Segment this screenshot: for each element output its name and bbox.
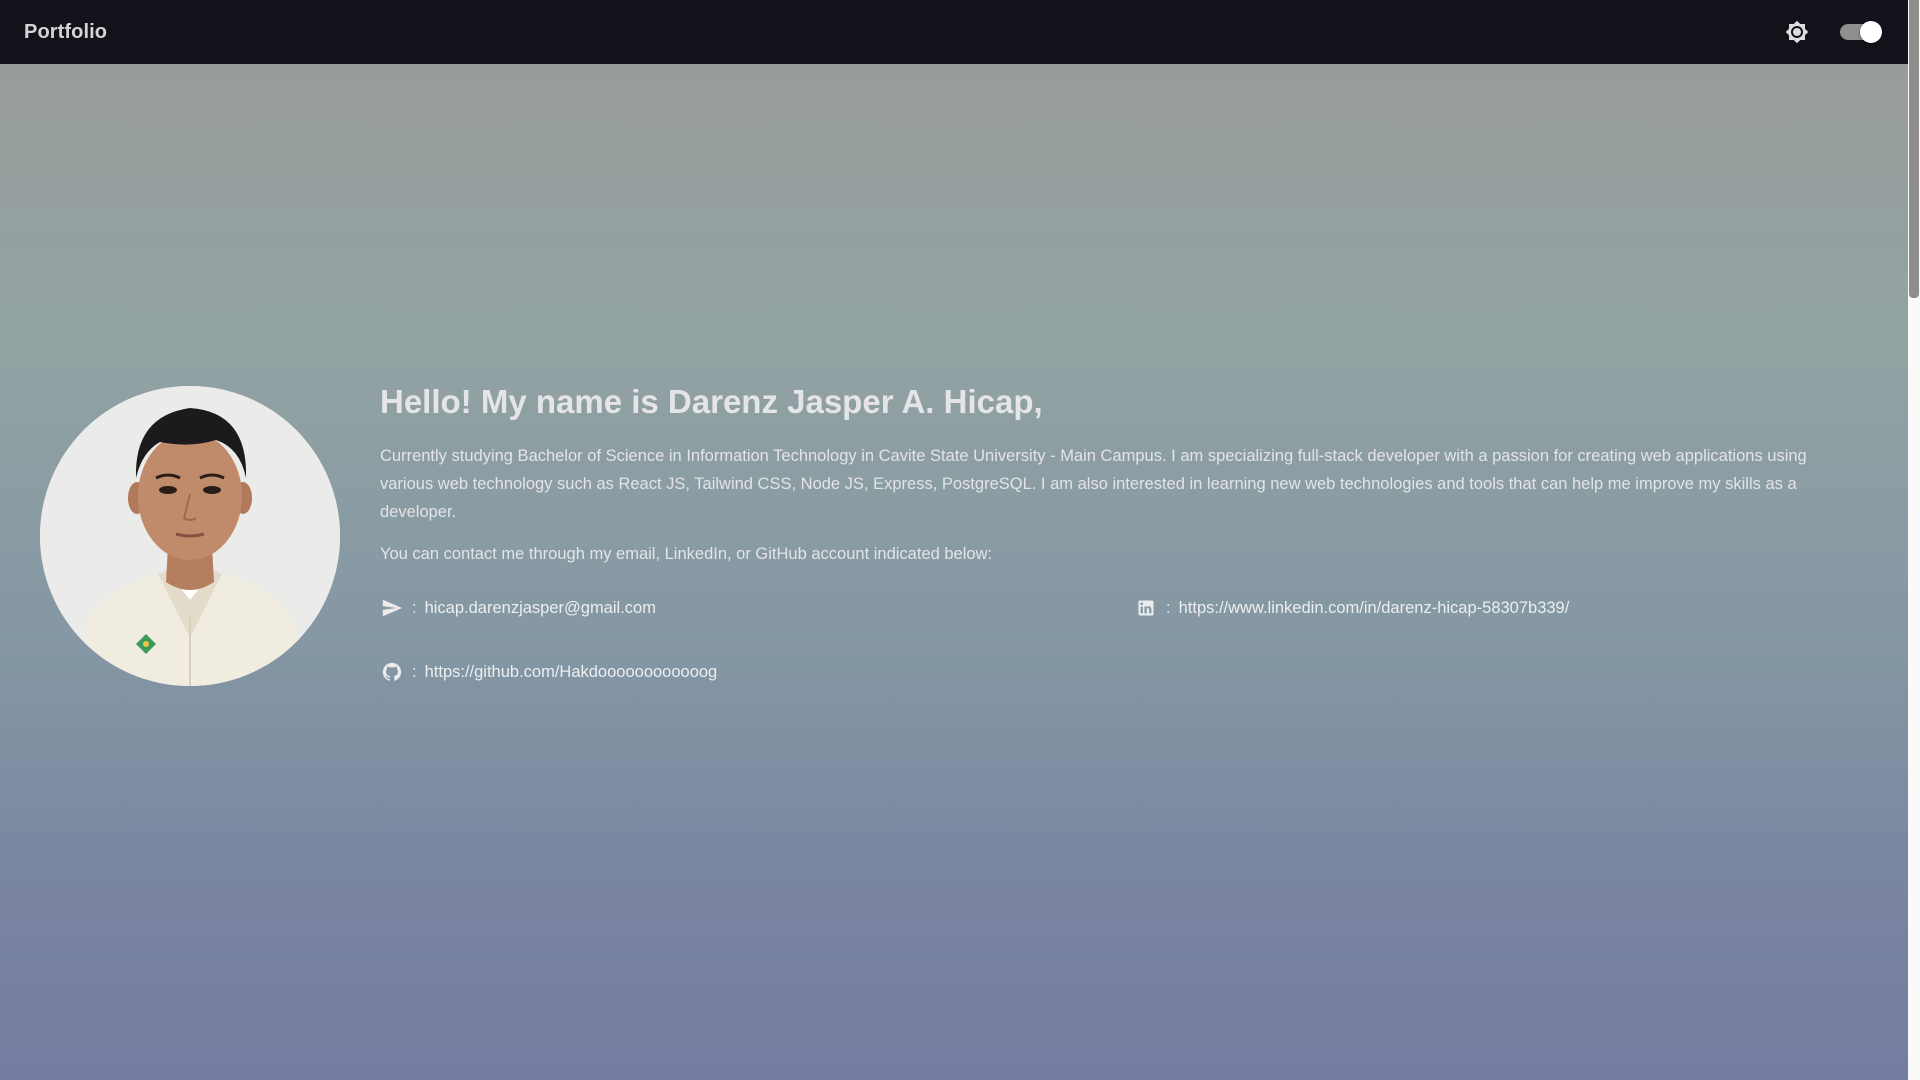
profile-photo bbox=[40, 386, 340, 686]
github-icon-svg bbox=[382, 662, 402, 681]
brightness-icon[interactable] bbox=[1784, 19, 1810, 45]
contact-email: : hicap.darenzjasper@gmail.com bbox=[380, 596, 656, 620]
send-icon bbox=[380, 596, 404, 620]
github-icon bbox=[380, 660, 404, 684]
contact-linkedin: : https://www.linkedin.com/in/darenz-hic… bbox=[1134, 596, 1569, 620]
contact-github: : https://github.com/Hakdoooooooooooog bbox=[380, 660, 717, 684]
linkedin-link[interactable]: https://www.linkedin.com/in/darenz-hicap… bbox=[1179, 599, 1570, 618]
intro-content: Hello! My name is Darenz Jasper A. Hicap… bbox=[380, 380, 1860, 716]
greeting-heading: Hello! My name is Darenz Jasper A. Hicap… bbox=[380, 383, 1043, 420]
bio-paragraph: Currently studying Bachelor of Science i… bbox=[380, 447, 1807, 521]
contact-separator: : bbox=[412, 662, 417, 681]
email-link[interactable]: hicap.darenzjasper@gmail.com bbox=[425, 599, 656, 618]
send-icon-svg bbox=[382, 599, 403, 617]
contact-separator: : bbox=[1166, 598, 1171, 617]
page-scrollbar[interactable] bbox=[1908, 0, 1920, 1080]
browser-viewport: Portfolio Hello! My name is Darenz Jaspe… bbox=[0, 0, 1920, 1080]
top-app-bar: Portfolio bbox=[0, 0, 1908, 64]
github-link[interactable]: https://github.com/Hakdoooooooooooog bbox=[425, 663, 718, 682]
contact-list: : hicap.darenzjasper@gmail.com : https:/… bbox=[380, 596, 1860, 716]
brightness-icon-svg bbox=[1785, 20, 1809, 44]
dark-mode-toggle-knob[interactable] bbox=[1860, 21, 1882, 43]
contact-intro-text: You can contact me through my email, Lin… bbox=[380, 545, 993, 563]
brand-title[interactable]: Portfolio bbox=[24, 21, 107, 44]
contact-separator: : bbox=[412, 598, 417, 617]
dark-mode-toggle[interactable] bbox=[1840, 21, 1882, 43]
scrollbar-thumb[interactable] bbox=[1909, 0, 1919, 298]
profile-photo-illustration bbox=[40, 386, 340, 686]
linkedin-icon bbox=[1134, 596, 1158, 620]
linkedin-icon-svg bbox=[1138, 600, 1154, 616]
portfolio-page: Portfolio Hello! My name is Darenz Jaspe… bbox=[0, 0, 1908, 1080]
topbar-actions bbox=[1784, 0, 1882, 64]
